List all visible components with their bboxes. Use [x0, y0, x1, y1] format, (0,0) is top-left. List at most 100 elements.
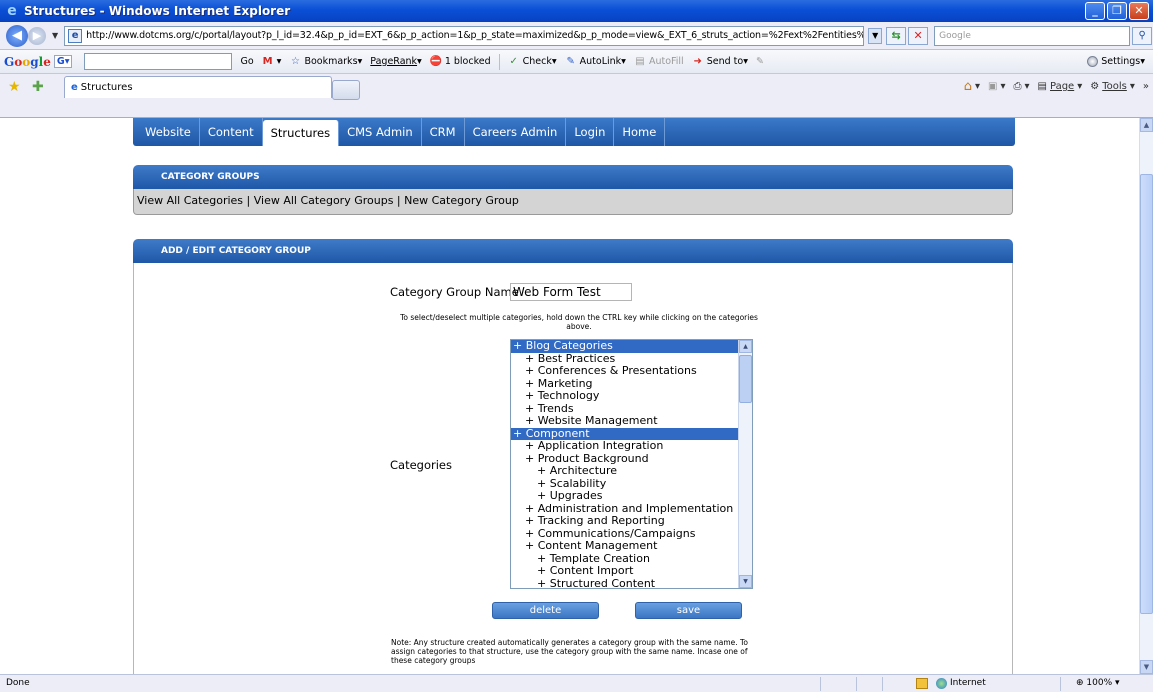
protected-mode-icon[interactable]: [916, 678, 928, 689]
security-zone[interactable]: Internet: [936, 675, 986, 692]
tab-structures[interactable]: e Structures: [64, 76, 332, 98]
category-option[interactable]: + Application Integration: [511, 439, 752, 453]
page-scroll-down-icon[interactable]: ▼: [1140, 660, 1153, 674]
category-groups-heading: CATEGORY GROUPS: [133, 165, 1013, 189]
globe-icon: [936, 678, 947, 689]
popup-blocked-button[interactable]: ⛔ 1 blocked: [430, 56, 491, 68]
category-option[interactable]: + Content Management: [511, 539, 752, 553]
nav-tab-careers-admin[interactable]: Careers Admin: [465, 118, 567, 146]
pagerank-button[interactable]: PageRank ▾: [370, 56, 422, 67]
tab-page-icon: e: [71, 82, 78, 93]
delete-button[interactable]: delete: [492, 602, 599, 619]
nav-tab-website[interactable]: Website: [137, 118, 200, 146]
spellcheck-button[interactable]: ✓ Check ▾: [508, 56, 556, 68]
forward-button[interactable]: ▶: [28, 26, 46, 45]
nav-tab-login[interactable]: Login: [566, 118, 615, 146]
maximize-icon[interactable]: ❐: [1107, 2, 1127, 20]
chevron-right-icon[interactable]: »: [1143, 81, 1149, 92]
category-option[interactable]: + Website Management: [511, 414, 752, 428]
autolink-button[interactable]: ✎ AutoLink ▾: [565, 56, 626, 68]
window-title-bar: e Structures - Windows Internet Explorer…: [0, 0, 1153, 22]
page-icon: e: [68, 28, 83, 43]
home-button[interactable]: ⌂ ▾: [964, 79, 980, 94]
url-text[interactable]: http://www.dotcms.org/c/portal/layout?p_…: [86, 30, 863, 41]
nav-tab-home[interactable]: Home: [614, 118, 666, 146]
status-divider: [820, 677, 821, 691]
google-search-input[interactable]: [84, 53, 233, 70]
scroll-thumb[interactable]: [739, 355, 752, 403]
page-scroll-thumb[interactable]: [1140, 174, 1153, 614]
gmail-button[interactable]: M ▾: [262, 56, 282, 68]
highlighter-icon[interactable]: ✎: [756, 56, 764, 67]
scroll-up-icon[interactable]: ▲: [739, 340, 752, 353]
feeds-icon: ▣: [988, 81, 998, 92]
new-category-group-link[interactable]: New Category Group: [404, 194, 519, 207]
category-group-name-label: Category Group Name: [390, 285, 519, 299]
category-option[interactable]: + Upgrades: [511, 489, 752, 503]
autofill-button[interactable]: ▤ AutoFill: [634, 56, 683, 68]
zoom-level[interactable]: ⊕ 100% ▾: [1076, 675, 1120, 692]
category-links-bar: View All Categories | View All Category …: [133, 189, 1013, 215]
send-to-button[interactable]: ➜ Send to ▾: [692, 56, 748, 68]
google-g-button[interactable]: G ▾: [53, 55, 73, 68]
category-option[interactable]: + Tracking and Reporting: [511, 514, 752, 528]
category-option[interactable]: + Structured Content: [511, 577, 752, 588]
nav-tab-cms-admin[interactable]: CMS Admin: [339, 118, 422, 146]
page-scrollbar[interactable]: ▲ ▼: [1139, 118, 1153, 674]
add-favorites-icon[interactable]: ✚: [32, 79, 44, 95]
page-viewport: Website Content Structures CMS Admin CRM…: [0, 118, 1139, 674]
view-all-category-groups-link[interactable]: View All Category Groups: [254, 194, 394, 207]
back-button[interactable]: ◀: [6, 24, 28, 47]
stop-icon[interactable]: ✕: [908, 26, 929, 45]
nav-tab-crm[interactable]: CRM: [422, 118, 465, 146]
category-option[interactable]: + Architecture: [511, 464, 752, 478]
close-icon[interactable]: ✕: [1129, 2, 1149, 20]
url-field[interactable]: e http://www.dotcms.org/c/portal/layout?…: [64, 25, 865, 46]
gear-icon: ⚙: [1090, 81, 1100, 92]
print-icon: ⎙: [1013, 81, 1022, 92]
tools-menu[interactable]: ⚙ Tools ▾: [1090, 81, 1135, 92]
url-dropdown-icon[interactable]: ▼: [868, 27, 883, 44]
bookmarks-button[interactable]: ☆ Bookmarks ▾: [289, 56, 362, 68]
category-option[interactable]: + Blog Categories: [511, 340, 752, 353]
status-bar: Done Internet ⊕ 100% ▾: [0, 674, 1153, 692]
scroll-down-icon[interactable]: ▼: [739, 575, 752, 588]
search-input[interactable]: Google: [934, 25, 1131, 46]
nav-tab-structures[interactable]: Structures: [262, 120, 340, 146]
category-option[interactable]: + Content Import: [511, 564, 752, 578]
categories-label: Categories: [390, 458, 452, 472]
page-menu-icon: ▤: [1037, 81, 1047, 92]
structure-note: Note: Any structure created automaticall…: [391, 638, 748, 665]
category-group-name-input[interactable]: Web Form Test: [510, 283, 632, 301]
categories-scrollbar[interactable]: ▲ ▼: [738, 340, 752, 588]
go-button[interactable]: Go: [240, 56, 253, 67]
send-to-icon: ➜: [693, 55, 702, 67]
view-all-categories-link[interactable]: View All Categories: [137, 194, 243, 207]
command-bar: ⌂ ▾ ▣ ▾ ⎙ ▾ ▤ Page ▾ ⚙ Tools ▾ »: [964, 79, 1149, 94]
nav-tab-content[interactable]: Content: [200, 118, 263, 146]
new-tab-button[interactable]: [332, 80, 360, 100]
print-button[interactable]: ⎙ ▾: [1014, 81, 1030, 92]
link-separator: |: [243, 194, 254, 207]
category-option[interactable]: + Conferences & Presentations: [511, 364, 752, 378]
history-dropdown-icon[interactable]: ▼: [52, 31, 58, 40]
site-navbar: Website Content Structures CMS Admin CRM…: [133, 118, 1015, 146]
save-button[interactable]: save: [635, 602, 742, 619]
star-icon: ☆: [290, 55, 300, 67]
search-icon[interactable]: ⚲: [1132, 26, 1153, 45]
categories-multiselect[interactable]: + Blog Categories + Best Practices + Confe…: [510, 339, 753, 589]
link-separator: |: [393, 194, 405, 207]
favorites-center-icon[interactable]: ★: [8, 79, 21, 95]
page-scroll-up-icon[interactable]: ▲: [1140, 118, 1153, 132]
window-title: Structures - Windows Internet Explorer: [24, 4, 291, 18]
category-option[interactable]: + Technology: [511, 389, 752, 403]
multi-select-hint: To select/deselect multiple categories, …: [400, 313, 758, 331]
minimize-icon[interactable]: _: [1085, 2, 1105, 20]
refresh-icon[interactable]: ⇆: [886, 26, 907, 45]
settings-button[interactable]: Settings ▾: [1087, 56, 1145, 67]
page-menu[interactable]: ▤ Page ▾: [1038, 81, 1083, 92]
edit-category-group-heading: ADD / EDIT CATEGORY GROUP: [133, 239, 1013, 263]
edit-category-group-form: Category Group Name Web Form Test To sel…: [133, 263, 1013, 674]
window-controls: _ ❐ ✕: [1085, 2, 1149, 20]
feeds-button[interactable]: ▣ ▾: [988, 81, 1005, 92]
